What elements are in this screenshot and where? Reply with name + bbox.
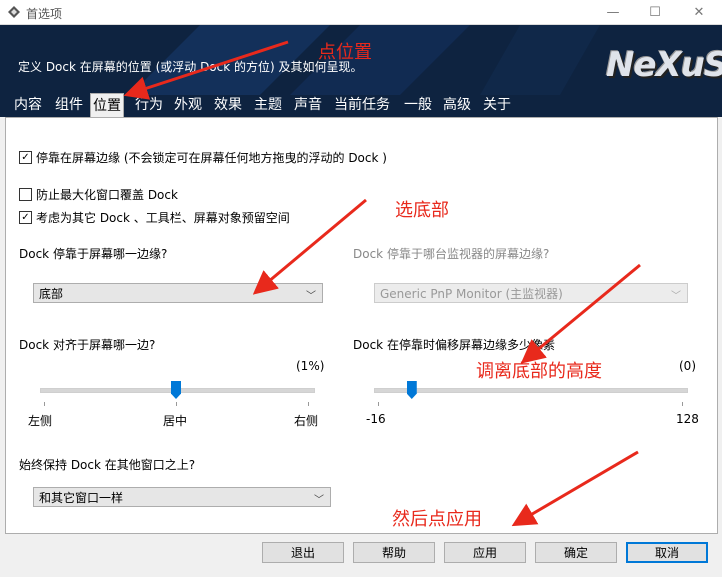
- edge-label: Dock 停靠于屏幕哪一边缘?: [19, 247, 168, 261]
- tab-appearance[interactable]: 外观: [172, 95, 204, 117]
- offset-max-label: 128: [676, 412, 699, 426]
- tick-mark: [176, 402, 177, 406]
- edge-value: 底部: [39, 286, 64, 301]
- tab-effects[interactable]: 效果: [212, 95, 244, 117]
- checkmark-icon: ✓: [19, 211, 32, 224]
- chevron-down-icon: ﹀: [671, 291, 681, 302]
- align-center-label: 居中: [163, 414, 188, 428]
- offset-value: (0): [679, 359, 696, 373]
- nexus-logo: NeXuS: [606, 45, 722, 85]
- prevent-maximize-checkbox[interactable]: 防止最大化窗口覆盖 Dock: [19, 186, 178, 203]
- tab-bar: 内容 组件 位置 行为 外观 效果 主题 声音 当前任务 一般 高级 关于: [0, 93, 722, 118]
- tick-mark: [682, 402, 683, 406]
- offset-min-label: -16: [366, 412, 386, 426]
- reserve-space-label: 考虑为其它 Dock 、工具栏、屏幕对象预留空间: [36, 211, 290, 225]
- annotation-adjust-height: 调离底部的高度: [476, 361, 602, 382]
- exit-button[interactable]: 退出: [262, 542, 344, 563]
- tab-components[interactable]: 组件: [53, 95, 85, 117]
- app-icon: [8, 6, 20, 18]
- align-label: Dock 对齐于屏幕哪一边?: [19, 338, 156, 352]
- maximize-icon: ☐: [649, 4, 661, 20]
- ontop-label: 始终保持 Dock 在其他窗口之上?: [19, 458, 196, 472]
- monitor-label: Dock 停靠于哪台监视器的屏幕边缘?: [353, 247, 550, 261]
- tab-behavior[interactable]: 行为: [133, 95, 165, 117]
- tab-themes[interactable]: 主题: [252, 95, 284, 117]
- close-icon: ✕: [693, 4, 705, 20]
- annotation-click-position: 点位置: [318, 42, 372, 63]
- dock-edge-checkbox[interactable]: ✓ 停靠在屏幕边缘 (不会锁定可在屏幕任何地方拖曳的浮动的 Dock ): [19, 149, 387, 166]
- help-button[interactable]: 帮助: [353, 542, 435, 563]
- reserve-space-checkbox[interactable]: ✓ 考虑为其它 Dock 、工具栏、屏幕对象预留空间: [19, 209, 290, 226]
- offset-slider-track[interactable]: [374, 388, 688, 393]
- tab-position[interactable]: 位置: [90, 93, 124, 118]
- banner-description: 定义 Dock 在屏幕的位置 (或浮动 Dock 的方位) 及其如何呈现。: [18, 60, 363, 74]
- tab-content[interactable]: 内容: [12, 95, 44, 117]
- chevron-down-icon: ﹀: [314, 495, 324, 506]
- tick-mark: [308, 402, 309, 406]
- align-left-label: 左侧: [28, 414, 53, 428]
- tab-advanced[interactable]: 高级: [441, 95, 473, 117]
- align-right-label: 右侧: [294, 414, 319, 428]
- tab-general[interactable]: 一般: [402, 95, 434, 117]
- tick-mark: [378, 402, 379, 406]
- checkbox-empty-icon: [19, 188, 32, 201]
- apply-button[interactable]: 应用: [444, 542, 526, 563]
- window-title: 首选项: [26, 7, 63, 21]
- ontop-select[interactable]: 和其它窗口一样 ﹀: [33, 487, 331, 507]
- offset-label: Dock 在停靠时偏移屏幕边缘多少像素: [353, 338, 555, 352]
- minimize-icon: —: [606, 4, 620, 20]
- tick-mark: [44, 402, 45, 406]
- ok-button[interactable]: 确定: [535, 542, 617, 563]
- align-value: (1%): [296, 359, 325, 373]
- close-button[interactable]: ✕: [676, 0, 722, 24]
- dock-edge-label: 停靠在屏幕边缘 (不会锁定可在屏幕任何地方拖曳的浮动的 Dock ): [36, 151, 387, 165]
- prevent-maximize-label: 防止最大化窗口覆盖 Dock: [36, 188, 178, 202]
- title-bar: 首选项 — ☐ ✕: [0, 0, 722, 25]
- annotation-then-apply: 然后点应用: [392, 509, 482, 530]
- tab-running-tasks[interactable]: 当前任务: [332, 95, 392, 117]
- ontop-value: 和其它窗口一样: [39, 490, 124, 505]
- tab-sounds[interactable]: 声音: [292, 95, 324, 117]
- chevron-down-icon: ﹀: [306, 291, 316, 302]
- maximize-button[interactable]: ☐: [632, 0, 678, 24]
- checkmark-icon: ✓: [19, 151, 32, 164]
- annotation-select-bottom: 选底部: [395, 200, 449, 221]
- tab-about[interactable]: 关于: [481, 95, 513, 117]
- monitor-value: Generic PnP Monitor (主监视器): [380, 286, 563, 301]
- minimize-button[interactable]: —: [590, 0, 636, 24]
- edge-select[interactable]: 底部 ﹀: [33, 283, 323, 303]
- cancel-button[interactable]: 取消: [626, 542, 708, 563]
- monitor-select: Generic PnP Monitor (主监视器) ﹀: [374, 283, 688, 303]
